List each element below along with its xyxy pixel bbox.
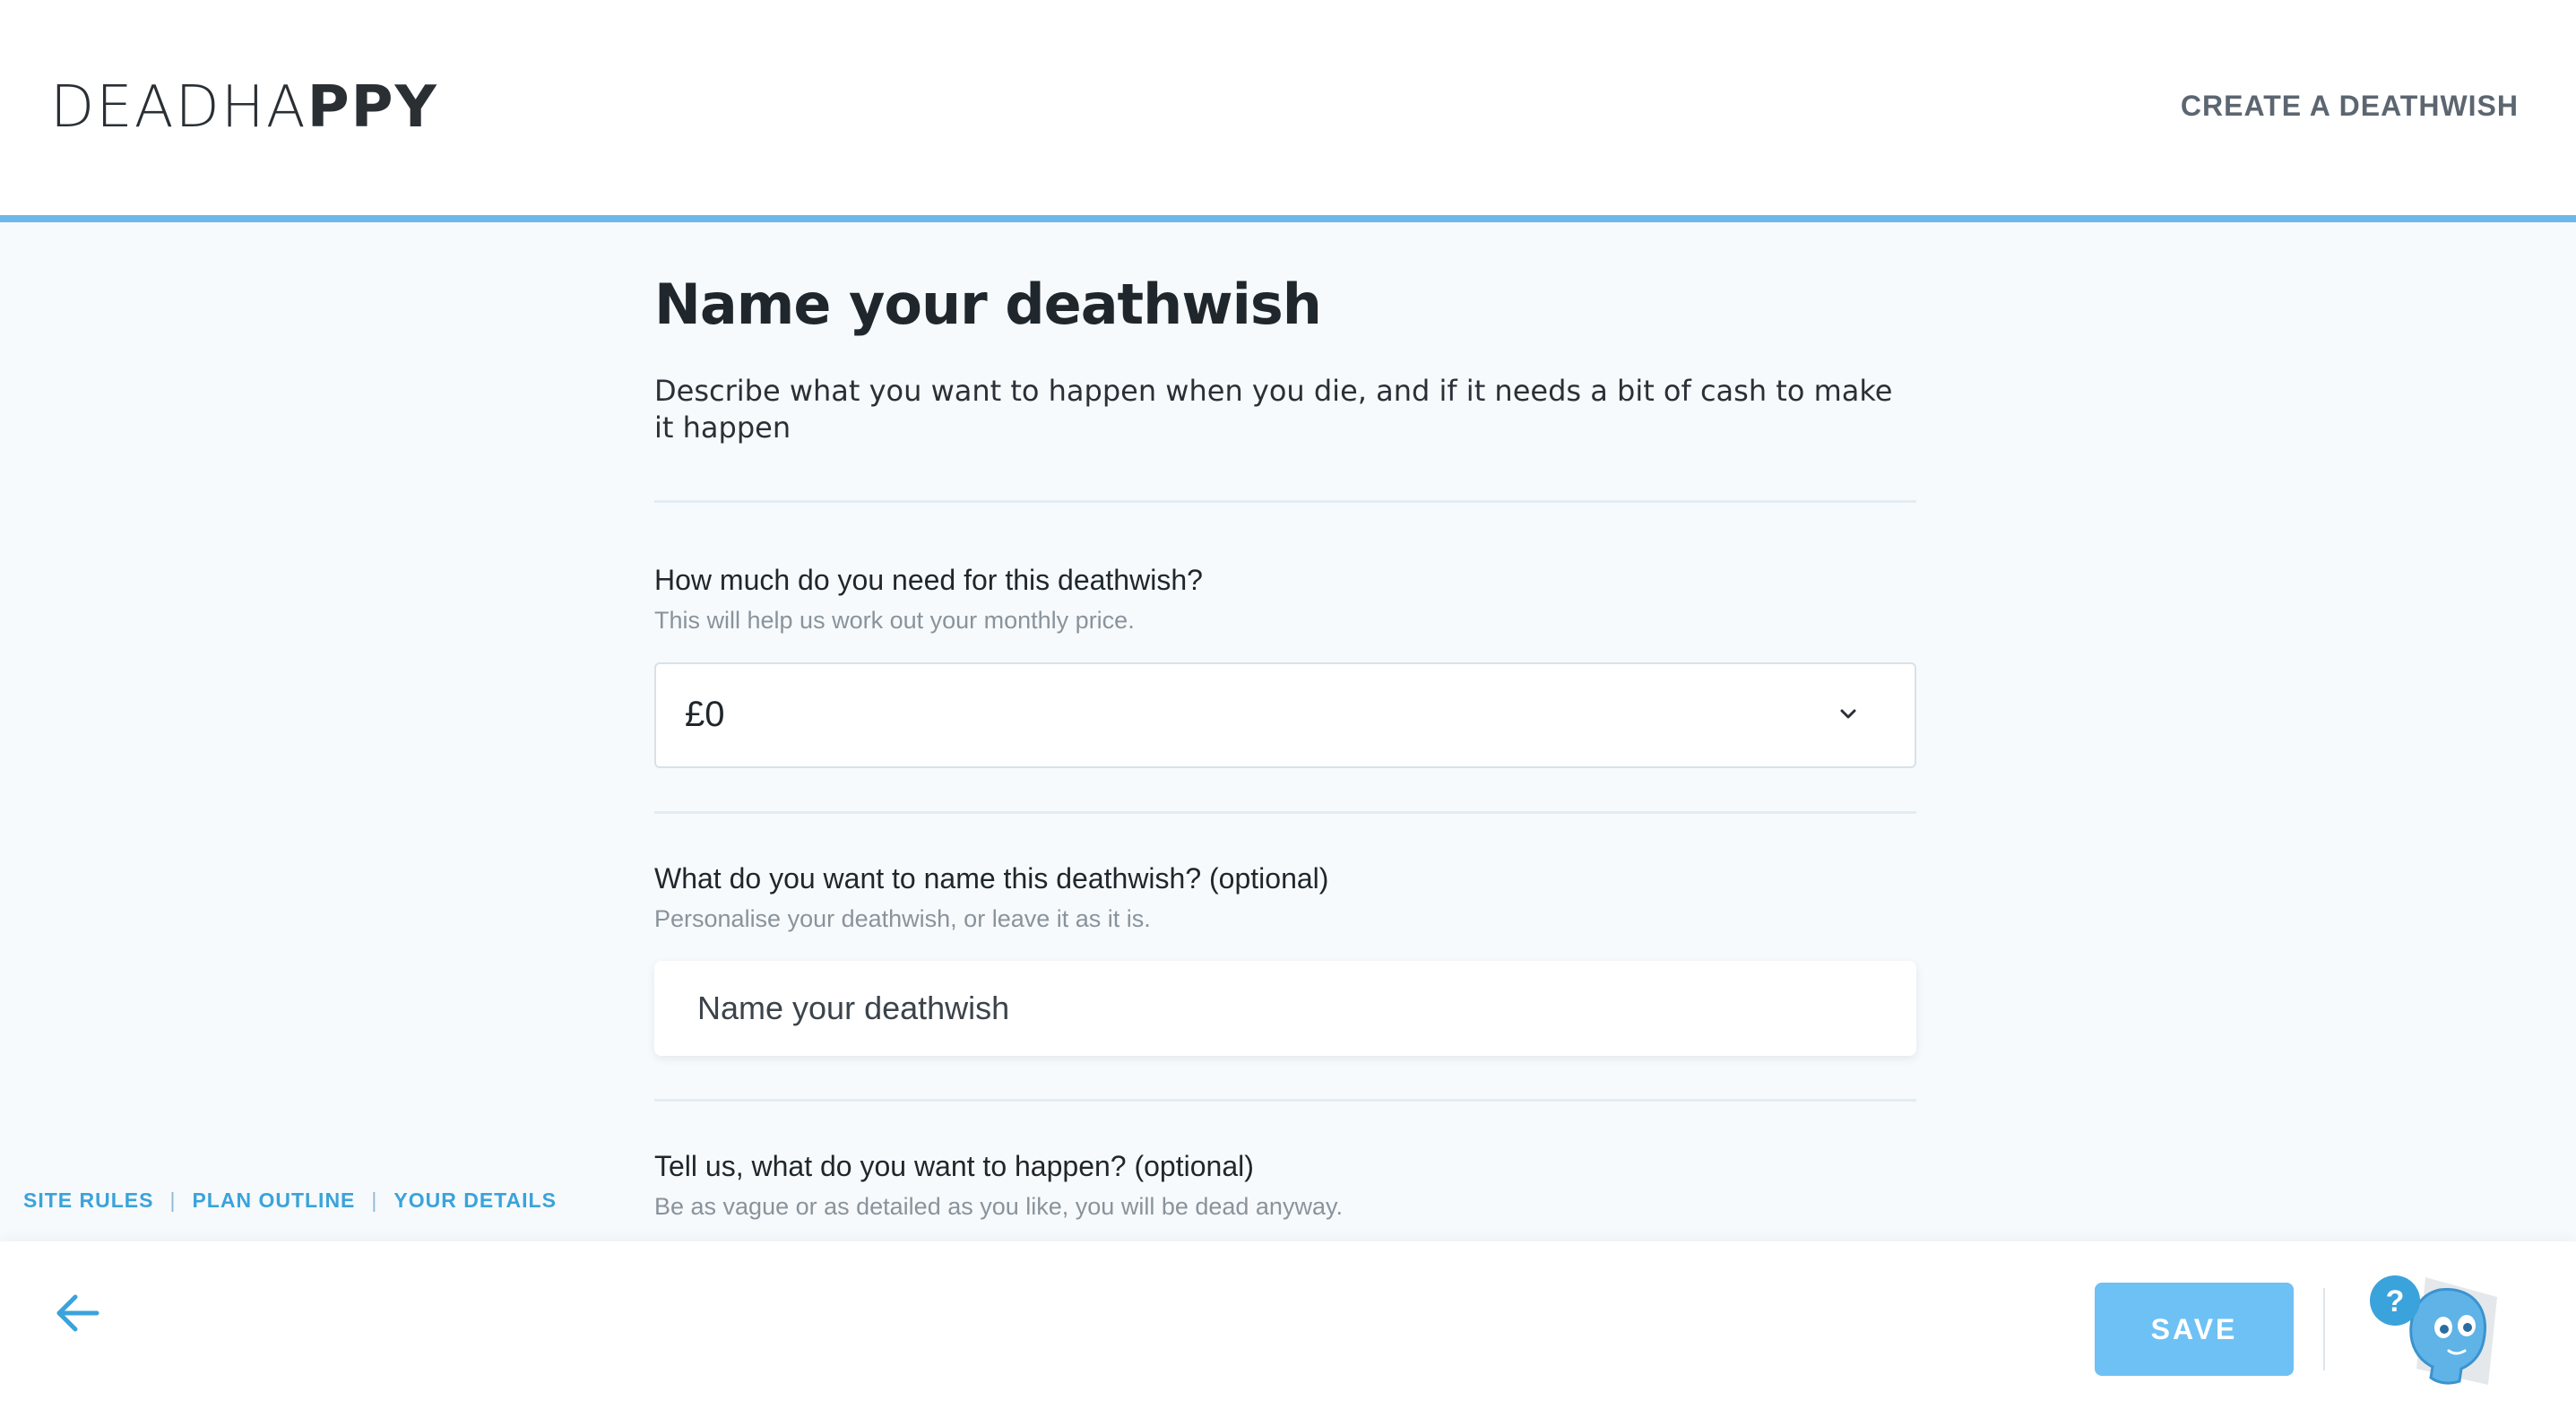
section-divider: [654, 1099, 1916, 1102]
site-rules-link[interactable]: SITE RULES: [23, 1189, 153, 1212]
name-section: What do you want to name this deathwish?…: [654, 860, 1916, 1056]
amount-selected-value: £0: [685, 695, 725, 734]
section-divider: [654, 500, 1916, 503]
name-hint: Personalise your deathwish, or leave it …: [654, 905, 1151, 932]
bottom-action-bar: SAVE ?: [0, 1241, 2576, 1409]
create-deathwish-link[interactable]: CREATE A DEATHWISH: [2181, 90, 2519, 123]
amount-label: How much do you need for this deathwish?: [654, 564, 1203, 596]
happen-section: Tell us, what do you want to happen? (op…: [654, 1148, 1916, 1222]
amount-hint: This will help us work out your monthly …: [654, 607, 1135, 634]
bar-divider: [2323, 1288, 2325, 1370]
help-widget[interactable]: ?: [2363, 1270, 2506, 1396]
link-separator: |: [169, 1189, 177, 1212]
your-details-link[interactable]: YOUR DETAILS: [393, 1189, 557, 1212]
amount-select[interactable]: £0: [654, 662, 1916, 768]
chevron-down-icon: [1840, 709, 1856, 719]
logo-text-light: DEAD: [50, 74, 221, 141]
deathwish-name-input[interactable]: [654, 961, 1916, 1056]
deathwish-form: Name your deathwish Describe what you wa…: [654, 269, 1916, 1222]
site-header: DEADHAPPY CREATE A DEATHWISH: [0, 0, 2576, 222]
section-divider: [654, 811, 1916, 814]
page-title: Name your deathwish: [654, 272, 1322, 337]
page-description: Describe what you want to happen when yo…: [654, 374, 1893, 445]
amount-section: How much do you need for this deathwish?…: [654, 562, 1916, 768]
link-separator: |: [371, 1189, 378, 1212]
happen-label: Tell us, what do you want to happen? (op…: [654, 1150, 1254, 1182]
happen-hint: Be as vague or as detailed as you like, …: [654, 1193, 1343, 1220]
help-badge-text: ?: [2386, 1284, 2405, 1318]
save-button[interactable]: SAVE: [2095, 1283, 2294, 1376]
logo-text-mid: HA: [220, 74, 307, 141]
footer-links: SITE RULES | PLAN OUTLINE | YOUR DETAILS: [23, 1189, 557, 1213]
name-label: What do you want to name this deathwish?…: [654, 862, 1329, 895]
deadhappy-logo[interactable]: DEADHAPPY: [50, 75, 438, 140]
plan-outline-link[interactable]: PLAN OUTLINE: [192, 1189, 355, 1212]
skull-help-icon: ?: [2370, 1275, 2497, 1385]
arrow-left-icon[interactable]: [52, 1286, 106, 1340]
logo-text-bold: PPY: [307, 74, 438, 141]
